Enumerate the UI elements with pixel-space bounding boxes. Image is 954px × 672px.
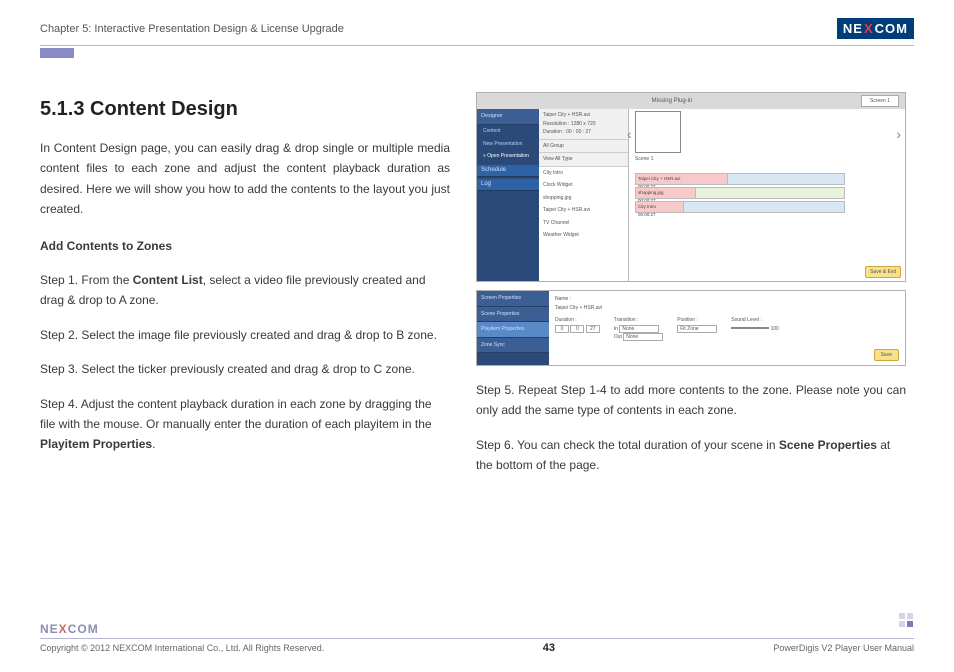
sidebar-log[interactable]: Log: [477, 179, 539, 191]
list-item[interactable]: Taipei City + HSR.avi: [539, 204, 628, 217]
scene-label: Scene 1: [635, 155, 653, 164]
save-button[interactable]: Save: [874, 349, 899, 362]
step-4-pre: Step 4. Adjust the content playback dura…: [40, 397, 432, 431]
sidebar-designer[interactable]: Designer: [477, 109, 539, 125]
brand-x: X: [864, 21, 874, 36]
step-4-bold: Playitem Properties: [40, 437, 152, 451]
timeline-zone-b[interactable]: shopping.jpg00:00:27: [635, 187, 845, 199]
sound-label: Sound Level :: [731, 317, 762, 323]
sidebar-open-presentation[interactable]: » Open Presentation: [477, 150, 539, 163]
preset-duration: Duration : 00 : 00 : 27: [543, 128, 624, 137]
duration-s-input[interactable]: 27: [586, 325, 600, 333]
tab-scene-properties[interactable]: Scene Properties: [477, 307, 549, 323]
preset-resolution: Resolution : 1280 x 720: [543, 120, 624, 129]
name-label: Name :: [555, 296, 571, 302]
copyright: Copyright © 2012 NEXCOM International Co…: [40, 643, 324, 653]
content-list: City Intro Clock Widget shopping.jpg Tai…: [539, 167, 628, 242]
playitem-a-name: Taipei City + HSR.avi: [638, 176, 680, 181]
properties-panel: Name : Taipei City + HSR.avi Duration : 0…: [549, 291, 905, 365]
step-6-pre: Step 6. You can check the total duration…: [476, 438, 779, 452]
step-4: Step 4. Adjust the content playback dura…: [40, 394, 450, 455]
footer-logo: NEXCOM: [40, 622, 914, 636]
screen-selector[interactable]: Screen 1: [861, 95, 899, 108]
chapter-title: Chapter 5: Interactive Presentation Desi…: [40, 23, 344, 35]
brand-left: NE: [843, 21, 863, 36]
indent-bar: [40, 48, 74, 58]
sidebar-content[interactable]: Content: [477, 125, 539, 138]
timeline-panel: ‹ › Scene 1 Taipei City + HSR.avi00:00:2…: [629, 109, 905, 281]
tab-playitem-properties[interactable]: Playitem Properties: [477, 322, 549, 338]
transition-in-label: In: [614, 326, 618, 332]
type-filter[interactable]: View All Type: [539, 153, 628, 167]
transition-in-select[interactable]: None: [619, 325, 659, 333]
timeline-zone-c[interactable]: City Intro00:00:27: [635, 201, 845, 213]
sound-value: 100: [771, 326, 779, 332]
step-5: Step 5. Repeat Step 1-4 to add more cont…: [476, 380, 906, 421]
save-exit-button[interactable]: Save & Exit: [865, 266, 901, 279]
position-select[interactable]: Fit Zone: [677, 325, 717, 333]
list-item[interactable]: TV Channel: [539, 217, 628, 230]
transition-label: Transition :: [614, 317, 639, 323]
tab-screen-properties[interactable]: Screen Properties: [477, 291, 549, 307]
step-2: Step 2. Select the image file previously…: [40, 325, 450, 345]
chevron-right-icon[interactable]: ›: [896, 123, 901, 147]
properties-tabs: Screen Properties Scene Properties Playi…: [477, 291, 549, 365]
duration-h-input[interactable]: 0: [555, 325, 569, 333]
chevron-left-icon[interactable]: ‹: [627, 123, 632, 147]
duration-m-input[interactable]: 0: [570, 325, 584, 333]
step-1-bold: Content List: [133, 273, 203, 287]
transition-out-select[interactable]: None: [623, 333, 663, 341]
list-item[interactable]: Clock Widget: [539, 179, 628, 192]
list-item[interactable]: Weather Widget: [539, 229, 628, 242]
sidebar-schedule[interactable]: Schedule: [477, 165, 539, 177]
name-value: Taipei City + HSR.avi: [555, 305, 602, 311]
list-item[interactable]: shopping.jpg: [539, 192, 628, 205]
intro-paragraph: In Content Design page, you can easily d…: [40, 138, 450, 220]
product-name: PowerDigis V2 Player User Manual: [773, 643, 914, 653]
transition-out-label: Out: [614, 334, 622, 340]
scene-thumbnail[interactable]: [635, 111, 681, 153]
playitem-b-name: shopping.jpg: [638, 190, 664, 195]
timeline-zone-a[interactable]: Taipei City + HSR.avi00:00:27: [635, 173, 845, 185]
duration-label: Duration :: [555, 317, 577, 323]
brand-logo: NE X COM: [837, 18, 914, 39]
sound-slider[interactable]: [731, 327, 769, 329]
content-list-panel: Taipei City + HSR.avi Resolution : 1280 …: [539, 109, 629, 281]
position-label: Position :: [677, 317, 698, 323]
step-1-pre: Step 1. From the: [40, 273, 133, 287]
footer-rule: [40, 638, 914, 639]
tab-zone-sync[interactable]: Zone Sync: [477, 338, 549, 354]
section-heading: 5.1.3 Content Design: [40, 92, 450, 126]
app-sidebar: Designer Content New Presentation » Open…: [477, 109, 539, 281]
group-filter[interactable]: All Group: [539, 140, 628, 154]
sidebar-new-presentation[interactable]: New Presentation: [477, 138, 539, 151]
step-6-bold: Scene Properties: [779, 438, 877, 452]
step-1: Step 1. From the Content List, select a …: [40, 270, 450, 311]
subheading: Add Contents to Zones: [40, 236, 450, 256]
step-6: Step 6. You can check the total duration…: [476, 435, 906, 476]
page-number: 43: [543, 642, 555, 654]
preset-title: Taipei City + HSR.avi: [543, 111, 624, 120]
brand-right: COM: [875, 21, 908, 36]
playitem-c-time: 00:00:27: [638, 212, 656, 217]
app-screenshot-bottom: Screen Properties Scene Properties Playi…: [476, 290, 906, 366]
missing-plugin-label: Missing Plug-in: [652, 96, 693, 106]
app-screenshot-top: Missing Plug-in Screen 1 Designer Conten…: [476, 92, 906, 282]
header-rule: [40, 45, 914, 46]
step-3: Step 3. Select the ticker previously cre…: [40, 359, 450, 379]
playitem-c-name: City Intro: [638, 204, 656, 209]
list-item[interactable]: City Intro: [539, 167, 628, 180]
step-4-post: .: [152, 437, 155, 451]
